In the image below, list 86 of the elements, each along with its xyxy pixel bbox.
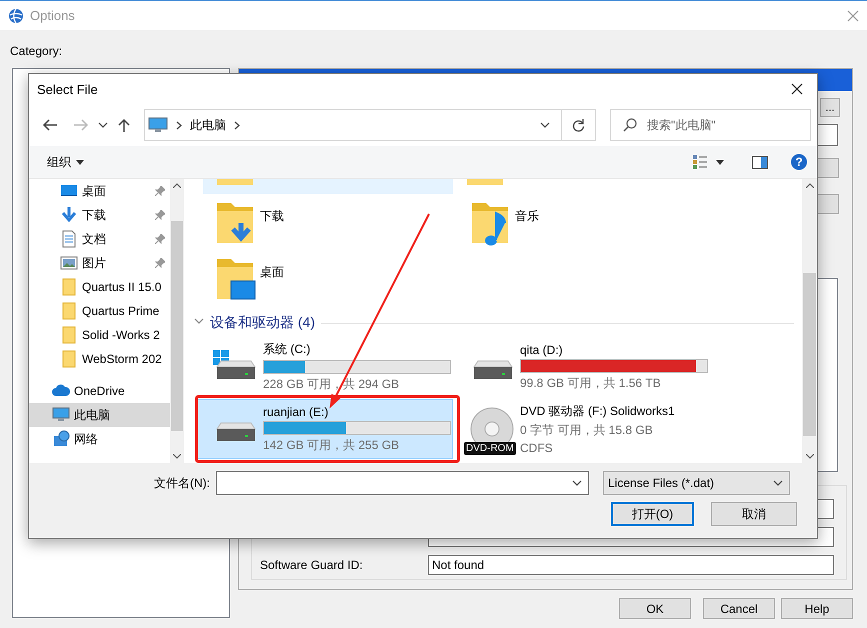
text-field[interactable]: Not found [428, 555, 834, 575]
pin-icon[interactable] [155, 258, 165, 268]
computer-icon [148, 117, 168, 133]
caret-icon[interactable] [716, 160, 724, 164]
back-icon[interactable] [42, 118, 58, 132]
open-button[interactable]: 打开(O) [611, 502, 694, 526]
nav-item[interactable]: Quartus II 15.0 [29, 275, 170, 299]
view-options-icon[interactable] [692, 154, 708, 170]
nav-item[interactable]: 桌面 [29, 179, 170, 203]
drive-name: ruanjian (E:) [263, 404, 330, 418]
field-label: Software Guard ID: [260, 558, 364, 572]
dialog-title: Select File [37, 82, 99, 96]
nav-item[interactable]: Solid -Works 2 [29, 323, 170, 347]
pin-icon[interactable] [155, 186, 165, 196]
nav-item[interactable]: OneDrive [29, 379, 170, 403]
nav-item[interactable]: WebStorm 202 [29, 347, 170, 371]
dialog-button[interactable]: Cancel [703, 598, 775, 619]
scrollbar[interactable] [170, 179, 184, 463]
scrollbar[interactable] [802, 179, 817, 463]
folder-icon [60, 326, 78, 344]
dropdown-icon[interactable] [540, 122, 550, 128]
up-icon[interactable] [118, 118, 130, 132]
chevron-icon[interactable] [176, 120, 182, 130]
drive-space: 228 GB 可用，共 294 GB [263, 376, 400, 393]
drive-item[interactable]: 系统 (C:) 228 GB 可用，共 294 GB [196, 337, 453, 397]
nav-item[interactable]: 网络 [29, 427, 170, 451]
dropdown-icon[interactable] [572, 480, 582, 486]
filename-field[interactable] [216, 471, 589, 495]
folder-icon [60, 302, 78, 320]
search-field[interactable]: 搜索"此电脑" [610, 109, 811, 141]
scroll-down-icon[interactable] [173, 454, 181, 459]
picture-icon [60, 254, 78, 272]
pin-icon[interactable] [155, 234, 165, 244]
preview-pane-icon[interactable] [752, 156, 768, 168]
filename-label: 文件名(N): [153, 474, 211, 492]
drive-space: 142 GB 可用，共 255 GB [263, 436, 400, 454]
scroll-up-icon[interactable] [806, 183, 814, 188]
window-title: Options [30, 8, 76, 23]
drive-name: qita (D:) [520, 342, 564, 356]
organize-menu[interactable]: 组织 [47, 154, 84, 170]
folder-item[interactable]: 桌面 [203, 250, 458, 306]
nav-item[interactable]: Quartus Prime [29, 299, 170, 323]
address-bar[interactable]: 此电脑 [144, 109, 596, 141]
drive-item[interactable]: DVD-ROM DVD 驱动器 (F:) Solidworks1 0 字节 可用，共 15.8 GB CDFS [453, 399, 706, 459]
network-icon [52, 430, 70, 448]
folder-icon [60, 350, 78, 368]
close-icon[interactable] [791, 83, 803, 95]
group-header[interactable]: 设备和驱动器 (4) [210, 314, 315, 332]
drive-name: 系统 (C:) [263, 341, 312, 358]
search-icon [623, 118, 637, 132]
nav-item[interactable]: 图片 [29, 251, 170, 275]
nav-item[interactable]: 此电脑 [29, 403, 170, 427]
dialog-button[interactable]: OK [619, 598, 691, 619]
folder-icon [60, 278, 78, 296]
drive-item[interactable]: qita (D:) 99.8 GB 可用，共 1.56 TB [453, 337, 706, 397]
drive-space: 99.8 GB 可用，共 1.56 TB [520, 374, 662, 392]
folder-item[interactable]: 下载 [203, 194, 458, 250]
refresh-icon[interactable] [572, 118, 585, 132]
recent-locations-icon[interactable] [98, 122, 108, 128]
search-placeholder: 搜索"此电脑" [647, 116, 716, 134]
download-icon [60, 206, 78, 224]
folder-item[interactable]: 音乐 [458, 194, 713, 250]
drive-badge: DVD-ROM [464, 442, 516, 455]
category-label: Category: [10, 44, 62, 58]
drive-space: 0 字节 可用，共 15.8 GB [520, 422, 654, 439]
cancel-button[interactable]: 取消 [711, 502, 797, 526]
dropdown-icon[interactable] [773, 480, 783, 486]
nav-item[interactable]: 文档 [29, 227, 170, 251]
caret-icon [76, 160, 84, 164]
file-system: CDFS [520, 441, 554, 455]
dialog-button[interactable]: Help [781, 598, 853, 619]
scroll-down-icon[interactable] [806, 454, 814, 459]
computer-icon [52, 406, 70, 424]
forward-icon [73, 118, 89, 132]
document-icon [60, 230, 78, 248]
file-type-select[interactable]: License Files (*.dat) [603, 471, 790, 495]
drive-name: DVD 驱动器 (F:) Solidworks1 [520, 403, 675, 420]
browse-button[interactable]: ... [820, 98, 840, 117]
address-segment[interactable]: 此电脑 [190, 116, 226, 134]
nav-item[interactable]: 下载 [29, 203, 170, 227]
pin-icon[interactable] [155, 210, 165, 220]
scroll-up-icon[interactable] [173, 183, 181, 188]
help-button[interactable]: ? [791, 154, 807, 170]
drive-item[interactable]: ruanjian (E:) 142 GB 可用，共 255 GB [196, 399, 453, 459]
chevron-icon[interactable] [234, 120, 240, 130]
app-icon [8, 8, 24, 24]
